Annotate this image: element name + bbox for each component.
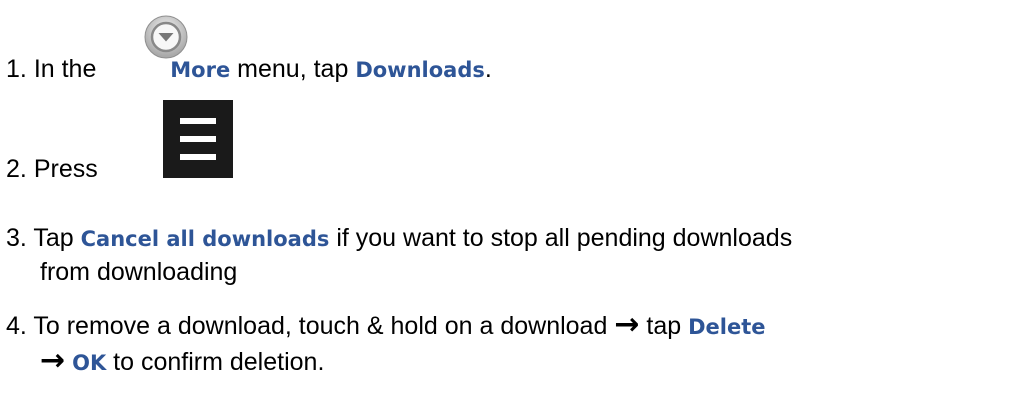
step-text: menu, tap	[237, 55, 349, 83]
cancel-all-downloads-label: Cancel all downloads	[80, 227, 330, 251]
step-3-line-2: from downloading	[40, 258, 238, 286]
arrow-right-icon: →	[40, 343, 66, 378]
ok-label: OK	[72, 351, 107, 375]
step-3: 3. Tap Cancel all downloads if you want …	[6, 221, 792, 256]
step-text: tap	[646, 312, 682, 340]
arrow-right-icon: →	[614, 307, 640, 342]
step-number: 1.	[6, 55, 27, 83]
step-text: Tap	[33, 224, 74, 252]
step-4-line-2: → OK to confirm deletion.	[40, 345, 324, 380]
more-label: More	[170, 58, 231, 82]
step-2: 2. Press .	[6, 152, 184, 186]
step-number: 2.	[6, 155, 27, 183]
step-text: if you want to stop all pending download…	[336, 224, 793, 252]
hamburger-menu-icon	[163, 100, 233, 178]
step-1: 1. In the More menu, tap Downloads.	[6, 52, 492, 87]
chevron-down-circle-icon	[144, 15, 188, 59]
delete-label: Delete	[688, 315, 766, 339]
step-text: Press	[33, 155, 98, 183]
step-text: To remove a download, touch & hold on a …	[33, 312, 608, 340]
step-4: 4. To remove a download, touch & hold on…	[6, 309, 766, 344]
step-text: to confirm deletion.	[113, 348, 325, 376]
downloads-label: Downloads	[355, 58, 485, 82]
step-text: In the	[33, 55, 97, 83]
step-number: 3.	[6, 224, 27, 252]
step-end: .	[484, 55, 492, 83]
step-number: 4.	[6, 312, 27, 340]
